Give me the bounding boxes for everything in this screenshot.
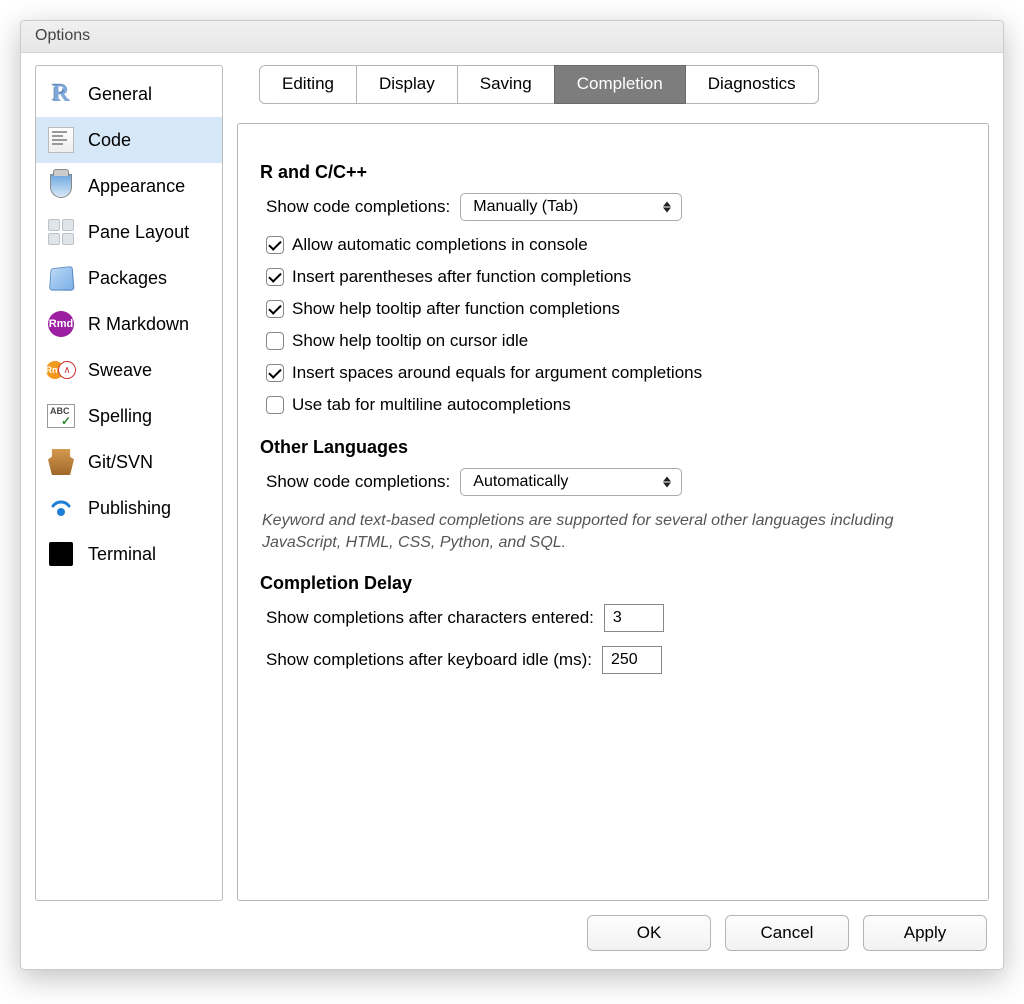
other-show-completions-row: Show code completions: Automatically — [260, 468, 966, 496]
sidebar-item-code[interactable]: Code — [36, 117, 222, 163]
sidebar-item-label: Appearance — [88, 176, 185, 197]
checkbox-icon — [266, 364, 284, 382]
tab-completion[interactable]: Completion — [554, 65, 686, 104]
section-title-r-c: R and C/C++ — [260, 162, 966, 183]
dialog-title: Options — [21, 21, 1003, 53]
sweave-icon: Rnw∧ — [46, 355, 76, 385]
check-label: Allow automatic completions in console — [292, 235, 588, 255]
check-auto-console[interactable]: Allow automatic completions in console — [260, 235, 966, 255]
check-label: Insert parentheses after function comple… — [292, 267, 631, 287]
checkbox-icon — [266, 268, 284, 286]
package-box-icon — [46, 263, 76, 293]
spelling-icon: ABC — [46, 401, 76, 431]
delay-idle-label: Show completions after keyboard idle (ms… — [266, 650, 592, 670]
sidebar-item-terminal[interactable]: Terminal — [36, 531, 222, 577]
check-label: Use tab for multiline autocompletions — [292, 395, 571, 415]
sidebar-item-publishing[interactable]: Publishing — [36, 485, 222, 531]
sidebar-item-label: General — [88, 84, 152, 105]
checkbox-icon — [266, 300, 284, 318]
tab-editing[interactable]: Editing — [259, 65, 357, 104]
sidebar-item-label: Terminal — [88, 544, 156, 565]
checkbox-icon — [266, 236, 284, 254]
select-value: Manually (Tab) — [473, 198, 578, 216]
check-spaces-equals[interactable]: Insert spaces around equals for argument… — [260, 363, 966, 383]
check-label: Show help tooltip on cursor idle — [292, 331, 528, 351]
other-show-completions-select[interactable]: Automatically — [460, 468, 682, 496]
tab-bar: Editing Display Saving Completion Diagno… — [237, 65, 989, 103]
show-completions-select[interactable]: Manually (Tab) — [460, 193, 682, 221]
sidebar-item-git-svn[interactable]: Git/SVN — [36, 439, 222, 485]
main-area: Editing Display Saving Completion Diagno… — [237, 65, 989, 901]
sidebar-item-label: Code — [88, 130, 131, 151]
ok-button[interactable]: OK — [587, 915, 711, 951]
checkbox-icon — [266, 396, 284, 414]
select-value: Automatically — [473, 473, 568, 491]
r-icon: R — [46, 79, 76, 109]
dialog-body: R General Code Appearance Pane Layout Pa… — [21, 53, 1003, 901]
rmarkdown-icon: Rmd — [46, 309, 76, 339]
paint-bucket-icon — [46, 171, 76, 201]
show-completions-label: Show code completions: — [266, 197, 450, 217]
cancel-button[interactable]: Cancel — [725, 915, 849, 951]
other-show-completions-label: Show code completions: — [266, 472, 450, 492]
sidebar-item-label: Git/SVN — [88, 452, 153, 473]
sidebar-item-label: Publishing — [88, 498, 171, 519]
terminal-icon — [46, 539, 76, 569]
tab-display[interactable]: Display — [356, 65, 458, 104]
sidebar-item-appearance[interactable]: Appearance — [36, 163, 222, 209]
section-title-other: Other Languages — [260, 437, 966, 458]
check-label: Show help tooltip after function complet… — [292, 299, 620, 319]
sidebar: R General Code Appearance Pane Layout Pa… — [35, 65, 223, 901]
publishing-icon — [46, 493, 76, 523]
tab-diagnostics[interactable]: Diagnostics — [685, 65, 819, 104]
cardboard-box-icon — [46, 447, 76, 477]
sidebar-item-label: R Markdown — [88, 314, 189, 335]
options-dialog: Options R General Code Appearance Pane L… — [20, 20, 1004, 970]
delay-idle-input[interactable] — [602, 646, 662, 674]
sidebar-item-label: Packages — [88, 268, 167, 289]
delay-idle-row: Show completions after keyboard idle (ms… — [260, 646, 966, 674]
sidebar-item-sweave[interactable]: Rnw∧ Sweave — [36, 347, 222, 393]
button-bar: OK Cancel Apply — [21, 901, 1003, 969]
select-caret-icon — [663, 202, 671, 213]
sidebar-item-label: Pane Layout — [88, 222, 189, 243]
sidebar-item-pane-layout[interactable]: Pane Layout — [36, 209, 222, 255]
checkbox-icon — [266, 332, 284, 350]
section-title-delay: Completion Delay — [260, 573, 966, 594]
delay-chars-label: Show completions after characters entere… — [266, 608, 594, 628]
pane-grid-icon — [46, 217, 76, 247]
sidebar-item-label: Spelling — [88, 406, 152, 427]
delay-chars-input[interactable] — [604, 604, 664, 632]
code-file-icon — [46, 125, 76, 155]
apply-button[interactable]: Apply — [863, 915, 987, 951]
other-languages-note: Keyword and text-based completions are s… — [260, 510, 966, 553]
check-help-tooltip-function[interactable]: Show help tooltip after function complet… — [260, 299, 966, 319]
select-caret-icon — [663, 477, 671, 488]
check-help-tooltip-idle[interactable]: Show help tooltip on cursor idle — [260, 331, 966, 351]
sidebar-item-label: Sweave — [88, 360, 152, 381]
tab-saving[interactable]: Saving — [457, 65, 555, 104]
sidebar-item-spelling[interactable]: ABC Spelling — [36, 393, 222, 439]
check-parentheses[interactable]: Insert parentheses after function comple… — [260, 267, 966, 287]
completion-panel: R and C/C++ Show code completions: Manua… — [237, 123, 989, 901]
sidebar-item-rmarkdown[interactable]: Rmd R Markdown — [36, 301, 222, 347]
check-label: Insert spaces around equals for argument… — [292, 363, 702, 383]
sidebar-item-general[interactable]: R General — [36, 71, 222, 117]
sidebar-item-packages[interactable]: Packages — [36, 255, 222, 301]
check-tab-multiline[interactable]: Use tab for multiline autocompletions — [260, 395, 966, 415]
delay-chars-row: Show completions after characters entere… — [260, 604, 966, 632]
show-completions-row: Show code completions: Manually (Tab) — [260, 193, 966, 221]
